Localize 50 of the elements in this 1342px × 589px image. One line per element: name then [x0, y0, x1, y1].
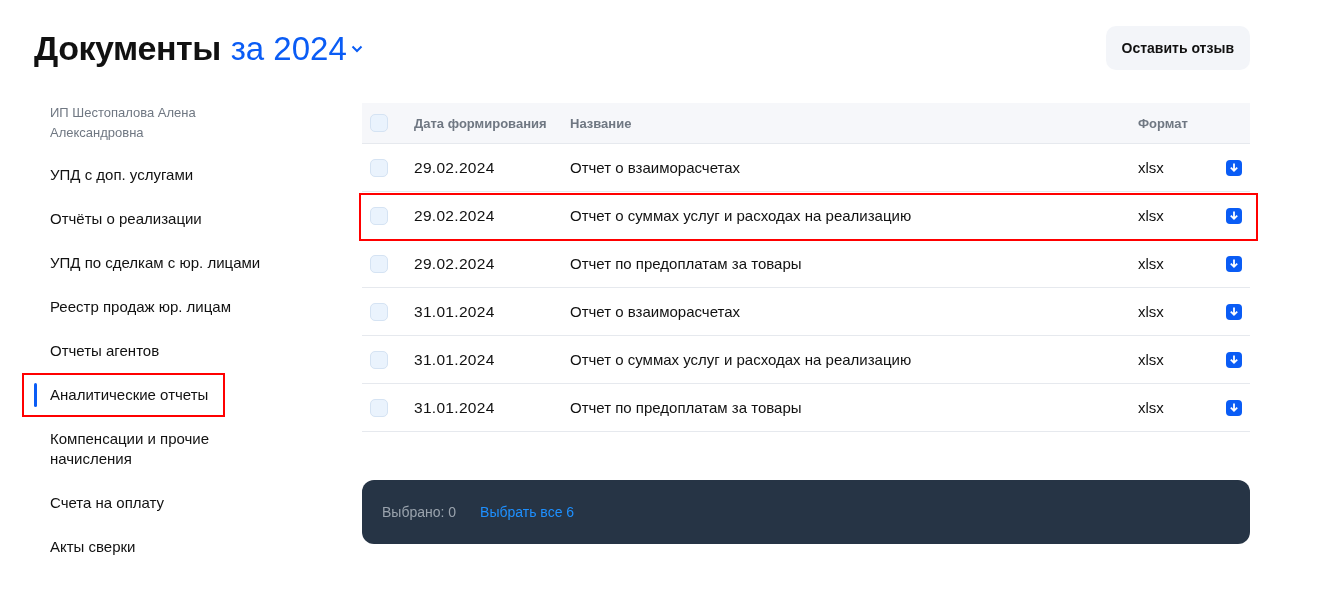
sidebar-item[interactable]: Реестр продаж юр. лицам: [34, 285, 266, 329]
column-header: Дата формирования: [414, 115, 548, 131]
format-cell-text: xlsx: [1138, 351, 1165, 368]
date-cell-text: 29.02.2024: [414, 158, 496, 177]
sidebar-item[interactable]: Отчёты о реализации: [34, 197, 266, 241]
checkbox[interactable]: [370, 302, 388, 321]
download-icon[interactable]: [1226, 351, 1242, 368]
checkbox[interactable]: [370, 206, 388, 225]
download-icon[interactable]: [1226, 159, 1242, 176]
format-cell-text: xlsx: [1138, 303, 1165, 320]
format-cell-text: xlsx: [1138, 399, 1165, 416]
date-cell-text: 31.01.2024: [414, 350, 496, 369]
chevron-down-icon: [350, 44, 363, 53]
selected-count: Выбрано: 0: [382, 504, 457, 520]
format-cell-text: xlsx: [1138, 207, 1165, 224]
column-header: Название: [570, 115, 633, 131]
checkbox[interactable]: [370, 114, 388, 132]
owner-name: ИП Шестопалова Алена Александровна: [50, 104, 197, 142]
select-all-link[interactable]: Выбрать все 6: [480, 504, 575, 520]
sidebar-item[interactable]: Аналитические отчеты: [34, 373, 266, 417]
date-cell-text: 31.01.2024: [414, 398, 496, 417]
sidebar-item[interactable]: Компенсации и прочие начисления: [34, 417, 266, 481]
period-dropdown[interactable]: за 2024: [230, 29, 363, 68]
checkbox[interactable]: [370, 158, 388, 177]
feedback-button[interactable]: Оставить отзыв: [1105, 26, 1250, 70]
date-cell-text: 29.02.2024: [414, 254, 496, 273]
sidebar-item[interactable]: УПД с доп. услугами: [34, 153, 266, 197]
name-cell-text: Отчет по предоплатам за товары: [570, 255, 803, 272]
name-cell-text: Отчет о суммах услуг и расходах на реализацию: [570, 207, 913, 224]
sidebar-item[interactable]: Акты сверки: [34, 525, 266, 569]
date-cell-text: 29.02.2024: [414, 206, 496, 225]
checkbox[interactable]: [370, 350, 388, 369]
sidebar-item[interactable]: Отчеты агентов: [34, 329, 266, 373]
date-cell-text: 31.01.2024: [414, 302, 496, 321]
column-header: Формат: [1138, 115, 1189, 131]
page-title: Документы: [34, 28, 221, 68]
format-cell-text: xlsx: [1138, 255, 1165, 272]
sidebar-item[interactable]: Счета на оплату: [34, 481, 266, 525]
name-cell-text: Отчет о суммах услуг и расходах на реализацию: [570, 351, 913, 368]
format-cell-text: xlsx: [1138, 159, 1165, 176]
download-icon[interactable]: [1226, 207, 1242, 224]
download-icon[interactable]: [1226, 255, 1242, 272]
sidebar-item[interactable]: УПД по сделкам с юр. лицами: [34, 241, 266, 285]
checkbox[interactable]: [370, 398, 388, 417]
download-icon[interactable]: [1226, 399, 1242, 416]
name-cell-text: Отчет о взаиморасчетах: [570, 159, 742, 176]
name-cell-text: Отчет о взаиморасчетах: [570, 303, 742, 320]
download-icon[interactable]: [1226, 303, 1242, 320]
name-cell-text: Отчет по предоплатам за товары: [570, 399, 803, 416]
checkbox[interactable]: [370, 254, 388, 273]
